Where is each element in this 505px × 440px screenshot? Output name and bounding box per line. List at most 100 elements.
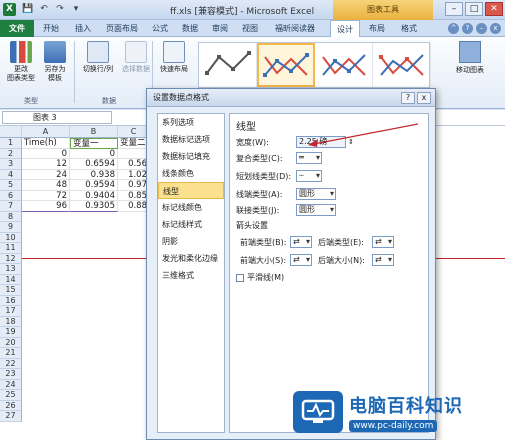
row-header[interactable]: 11 — [0, 243, 22, 254]
move-chart-button[interactable]: 移动图表 — [445, 41, 495, 75]
quick-layout-button[interactable]: 快速布局 — [154, 41, 194, 74]
column-header[interactable]: A — [22, 126, 70, 138]
row-header[interactable]: 6 — [0, 190, 22, 201]
row-header[interactable]: 1 — [0, 138, 22, 149]
undo-icon[interactable]: ↶ — [38, 3, 50, 15]
tab-foxit-reader[interactable]: 福昕阅读器 — [266, 20, 324, 37]
save-icon[interactable]: 💾 — [22, 3, 34, 15]
row-header[interactable]: 2 — [0, 148, 22, 159]
row-header[interactable]: 21 — [0, 348, 22, 359]
save-as-template-button[interactable]: 另存为 模板 — [38, 41, 72, 83]
tab-data[interactable]: 数据 — [176, 20, 204, 37]
row-header[interactable]: 12 — [0, 253, 22, 264]
tab-insert[interactable]: 插入 — [68, 20, 98, 37]
tab-home[interactable]: 开始 — [36, 20, 66, 37]
row-header[interactable]: 8 — [0, 211, 22, 222]
dash-type-dropdown[interactable]: ┄ — [296, 170, 322, 182]
nav-line-style[interactable]: 线型 — [158, 182, 224, 199]
table-cell[interactable]: 96 — [22, 201, 70, 212]
row-header[interactable]: 27 — [0, 411, 22, 422]
row-header[interactable]: 4 — [0, 169, 22, 180]
nav-3d-format[interactable]: 三维格式 — [158, 267, 224, 284]
compound-type-dropdown[interactable]: ═ — [296, 152, 322, 164]
change-chart-type-button[interactable]: 更改 图表类型 — [4, 41, 38, 83]
tab-design[interactable]: 设计 — [330, 20, 360, 37]
nav-line-color[interactable]: 线条颜色 — [158, 165, 224, 182]
redo-icon[interactable]: ↷ — [54, 3, 66, 15]
nav-marker-line-style[interactable]: 标记线样式 — [158, 216, 224, 233]
row-header[interactable]: 16 — [0, 295, 22, 306]
tab-file[interactable]: 文件 — [0, 20, 34, 37]
end-size-dropdown[interactable]: ⇄ — [372, 254, 394, 266]
table-cell[interactable]: 12 — [22, 159, 70, 170]
row-header[interactable]: 14 — [0, 274, 22, 285]
row-header[interactable]: 13 — [0, 264, 22, 275]
row-header[interactable]: 15 — [0, 285, 22, 296]
table-cell[interactable]: 0.9404 — [70, 190, 118, 201]
row-header[interactable]: 18 — [0, 316, 22, 327]
chart-style-3[interactable] — [315, 43, 373, 87]
nav-marker-line-color[interactable]: 标记线颜色 — [158, 199, 224, 216]
nav-shadow[interactable]: 阴影 — [158, 233, 224, 250]
close-window-button[interactable]: ✕ — [485, 2, 503, 16]
tab-formulas[interactable]: 公式 — [146, 20, 174, 37]
row-header[interactable]: 7 — [0, 201, 22, 212]
tab-page-layout[interactable]: 页面布局 — [100, 20, 144, 37]
column-header[interactable]: B — [70, 126, 118, 138]
tab-layout[interactable]: 布局 — [362, 20, 392, 37]
help-icon[interactable]: ? — [462, 23, 473, 34]
workbook-minimize-icon[interactable]: – — [476, 23, 487, 34]
row-header[interactable]: 9 — [0, 222, 22, 233]
dialog-help-button[interactable]: ? — [401, 92, 415, 104]
table-cell[interactable]: 72 — [22, 190, 70, 201]
select-data-button[interactable]: 选择数据 — [118, 41, 154, 74]
tab-review[interactable]: 审阅 — [206, 20, 234, 37]
excel-app-icon[interactable]: X — [3, 3, 16, 16]
switch-row-column-button[interactable]: 切换行/列 — [78, 41, 118, 74]
maximize-button[interactable]: □ — [465, 2, 483, 16]
workbook-close-icon[interactable]: x — [490, 23, 501, 34]
dialog-close-button[interactable]: x — [417, 92, 431, 104]
table-cell[interactable]: 0 — [70, 148, 118, 159]
row-header[interactable]: 20 — [0, 337, 22, 348]
end-type-dropdown[interactable]: ⇄ — [372, 236, 394, 248]
minimize-button[interactable]: – — [445, 2, 463, 16]
nav-marker-options[interactable]: 数据标记选项 — [158, 131, 224, 148]
nav-marker-fill[interactable]: 数据标记填充 — [158, 148, 224, 165]
begin-size-dropdown[interactable]: ⇄ — [290, 254, 312, 266]
table-cell[interactable]: 0.6594 — [70, 159, 118, 170]
dropdown-icon[interactable]: ▾ — [70, 3, 82, 15]
row-header[interactable]: 17 — [0, 306, 22, 317]
table-cell[interactable]: 48 — [22, 180, 70, 191]
collapse-ribbon-icon[interactable]: ^ — [448, 23, 459, 34]
row-header[interactable]: 24 — [0, 379, 22, 390]
chart-style-2[interactable] — [257, 43, 315, 87]
row-header[interactable]: 5 — [0, 180, 22, 191]
table-cell[interactable]: 0.9594 — [70, 180, 118, 191]
tab-view[interactable]: 视图 — [236, 20, 264, 37]
name-box[interactable]: 图表 3 — [2, 111, 112, 124]
chart-style-1[interactable] — [199, 43, 257, 87]
row-header[interactable]: 10 — [0, 232, 22, 243]
table-header-cell[interactable]: Time(h) — [22, 138, 70, 149]
table-cell[interactable]: 0.9305 — [70, 201, 118, 212]
row-header[interactable]: 23 — [0, 369, 22, 380]
begin-type-dropdown[interactable]: ⇄ — [290, 236, 312, 248]
table-header-cell[interactable]: 变量一 — [70, 138, 118, 149]
tab-format[interactable]: 格式 — [394, 20, 424, 37]
chart-style-4[interactable] — [373, 43, 431, 87]
cap-type-dropdown[interactable]: 圆形 — [296, 188, 336, 200]
nav-glow-soft-edges[interactable]: 发光和柔化边缘 — [158, 250, 224, 267]
table-cell[interactable]: 24 — [22, 169, 70, 180]
nav-series-options[interactable]: 系列选项 — [158, 114, 224, 131]
row-header[interactable]: 3 — [0, 159, 22, 170]
select-all-corner[interactable] — [0, 126, 22, 138]
row-header[interactable]: 22 — [0, 358, 22, 369]
row-header[interactable]: 19 — [0, 327, 22, 338]
smooth-line-row[interactable]: 平滑线(M) — [236, 272, 284, 283]
row-header[interactable]: 25 — [0, 390, 22, 401]
row-header[interactable]: 26 — [0, 400, 22, 411]
table-cell[interactable]: 0.938 — [70, 169, 118, 180]
join-type-dropdown[interactable]: 圆形 — [296, 204, 336, 216]
smooth-line-checkbox[interactable] — [236, 273, 244, 282]
